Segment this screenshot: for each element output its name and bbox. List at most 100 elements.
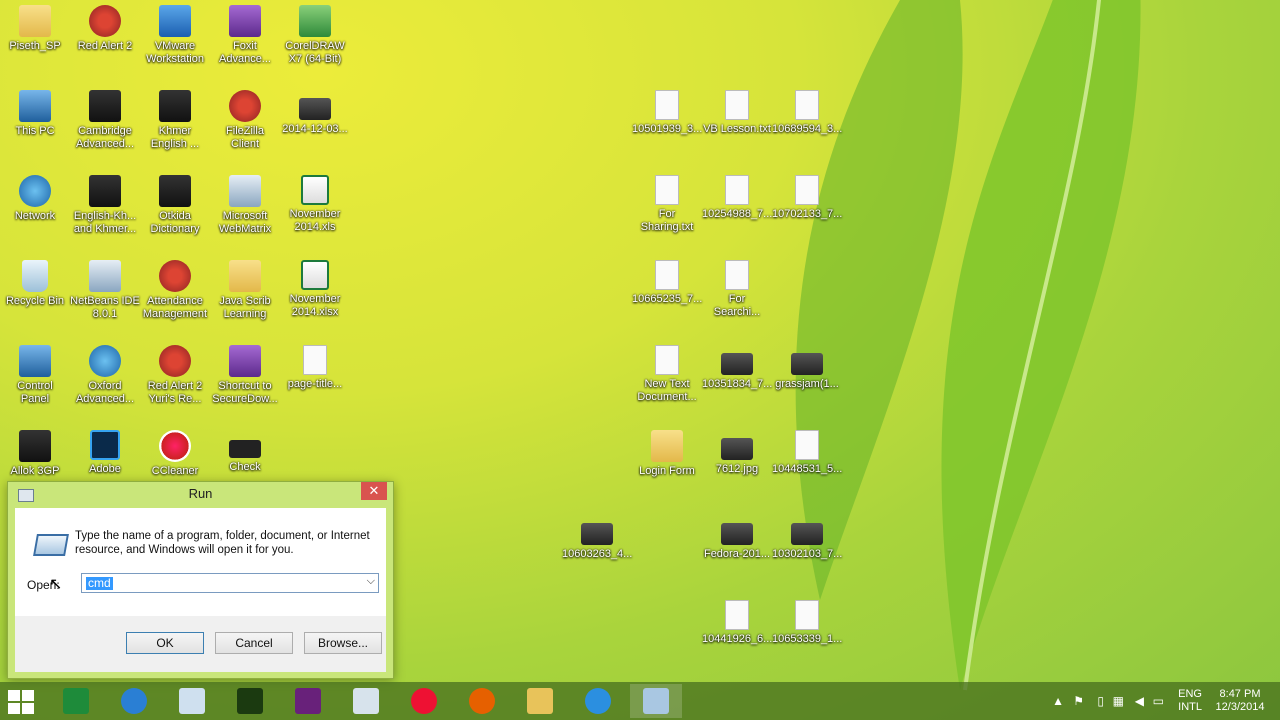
taskbar-webmatrix-button[interactable] [340, 684, 392, 718]
desktop-icon[interactable]: Check [210, 430, 280, 474]
vmware-icon [159, 5, 191, 37]
desktop-icon[interactable]: English-Kh... and Khmer... [70, 175, 140, 236]
start-button[interactable] [8, 690, 34, 714]
desktop-icon[interactable]: 2014-12-03... [280, 90, 350, 136]
desktop-icon[interactable]: FileZilla Client [210, 90, 280, 151]
chevron-down-icon[interactable]: ⌵ [367, 575, 375, 588]
taskbar-virtualbox-button[interactable] [166, 684, 218, 718]
desktop-icon[interactable]: New Text Document... [632, 345, 702, 404]
desktop-icon[interactable]: page-title... [280, 345, 350, 391]
desktop-icon-label: Check [229, 461, 261, 473]
taskbar-firefox-button[interactable] [456, 684, 508, 718]
desktop-icon[interactable]: 10302103_7... [772, 515, 842, 561]
desktop-icon[interactable]: Recycle Bin [0, 260, 70, 308]
desktop-icon[interactable]: Fedora-201... [702, 515, 772, 561]
desktop-icon[interactable]: VB Lesson.txt [702, 90, 772, 136]
desktop-icon-label: 10501939_3... [632, 123, 703, 135]
excel-icon [301, 175, 329, 205]
desktop-icon[interactable]: 10689594_3... [772, 90, 842, 136]
taskbar-file-explorer-button[interactable] [514, 684, 566, 718]
desktop-icon-label: Cambridge Advanced... [75, 125, 135, 150]
desktop-icon[interactable]: Red Alert 2 Yuri's Re... [140, 345, 210, 406]
webmatrix-icon [353, 688, 379, 714]
filezilla-icon [229, 90, 261, 122]
cancel-button[interactable]: Cancel [215, 632, 293, 654]
language-indicator[interactable]: ENG INTL [1178, 688, 1202, 714]
desktop-icon[interactable]: Network [0, 175, 70, 223]
desktop-icon[interactable]: 10448531_5... [772, 430, 842, 476]
desktop-icon[interactable]: Khmer English ... [140, 90, 210, 151]
cambridge-icon [89, 90, 121, 122]
photo-icon [721, 523, 753, 545]
clock[interactable]: 8:47 PM 12/3/2014 [1210, 688, 1270, 714]
keyboard-icon[interactable]: ▭ [1153, 694, 1164, 708]
desktop-icon[interactable]: 10653339_1... [772, 600, 842, 646]
browse-button[interactable]: Browse... [304, 632, 382, 654]
desktop-icon[interactable]: Java Scrib Learning [210, 260, 280, 321]
desktop-icon[interactable]: Shortcut to SecureDow... [210, 345, 280, 406]
network-tray-icon[interactable]: ▦ [1113, 694, 1124, 708]
taskbar-run-button[interactable] [630, 684, 682, 718]
desktop-icon-label: VMware Workstation [146, 40, 204, 65]
open-input-value[interactable]: cmd [86, 577, 113, 590]
taskbar-chrome-button[interactable] [108, 684, 160, 718]
document-icon [655, 90, 679, 120]
desktop-icon[interactable]: Cambridge Advanced... [70, 90, 140, 151]
power-icon[interactable]: ▯ [1097, 694, 1104, 708]
photo-icon [721, 353, 753, 375]
desktop-icon[interactable]: 10603263_4... [562, 515, 632, 561]
desktop-icon[interactable]: NetBeans IDE 8.0.1 [70, 260, 140, 321]
desktop-icon[interactable]: Login Form [632, 430, 702, 478]
coreldraw-icon [299, 5, 331, 37]
volume-icon[interactable]: ◀ [1135, 694, 1144, 708]
desktop-icon-label: New Text Document... [637, 378, 697, 403]
desktop-icon[interactable]: CCleaner [140, 430, 210, 478]
desktop-icon-label: page-title... [287, 378, 343, 390]
desktop-icon[interactable]: For Sharing.txt [632, 175, 702, 234]
flag-icon[interactable]: ⚑ [1073, 694, 1084, 708]
dreamweaver-icon [237, 688, 263, 714]
desktop-icon-label: Oxford Advanced... [75, 380, 135, 405]
open-combobox[interactable]: cmd ⌵ [81, 573, 379, 593]
desktop-icon-label: Attendance Management [142, 295, 208, 320]
desktop-icon[interactable]: 10441926_6... [702, 600, 772, 646]
desktop-icon[interactable]: 10702133_7... [772, 175, 842, 221]
desktop-icon-label: Khmer English ... [150, 125, 200, 150]
desktop-icon[interactable]: 10351834_7... [702, 345, 772, 391]
taskbar-ccleaner-button[interactable] [398, 684, 450, 718]
desktop-icon[interactable]: Control Panel [0, 345, 70, 406]
desktop-icon[interactable]: 7612.jpg [702, 430, 772, 476]
desktop-icon[interactable]: Microsoft WebMatrix [210, 175, 280, 236]
desktop-icon[interactable]: Otkida Dictionary [140, 175, 210, 236]
desktop-icon[interactable]: CorelDRAW X7 (64-Bit) [280, 5, 350, 66]
desktop-icon[interactable]: Foxit Advance... [210, 5, 280, 66]
desktop-icon-label: Control Panel [17, 380, 53, 405]
desktop-icon[interactable]: Adobe [70, 430, 140, 476]
desktop-icon[interactable]: grassjam(1... [772, 345, 842, 391]
ok-button[interactable]: OK [126, 632, 204, 654]
desktop-icon[interactable]: Piseth_SP [0, 5, 70, 53]
desktop-icon[interactable]: November 2014.xls [280, 175, 350, 234]
desktop-icon-label: Foxit Advance... [219, 40, 271, 65]
run-dialog-body: Type the name of a program, folder, docu… [15, 508, 386, 672]
desktop-icon[interactable]: Oxford Advanced... [70, 345, 140, 406]
tray-up-arrow-icon[interactable]: ▲ [1052, 694, 1064, 708]
taskbar-internet-explorer-button[interactable] [572, 684, 624, 718]
desktop-icon[interactable]: For Searchi... [702, 260, 772, 319]
taskbar-dreamweaver-button[interactable] [224, 684, 276, 718]
taskbar-store-button[interactable] [50, 684, 102, 718]
taskbar-visual-studio-button[interactable] [282, 684, 334, 718]
desktop-icon[interactable]: Allok 3GP [0, 430, 70, 478]
desktop-icon-label: English-Kh... and Khmer... [73, 210, 137, 235]
desktop-icon[interactable]: Attendance Management [140, 260, 210, 321]
desktop-icon[interactable]: VMware Workstation [140, 5, 210, 66]
store-icon [63, 688, 89, 714]
desktop-icon-label: 10302103_7... [772, 548, 843, 560]
desktop-icon[interactable]: 10254988_7... [702, 175, 772, 221]
close-button[interactable]: ✕ [361, 482, 387, 500]
desktop-icon[interactable]: 10501939_3... [632, 90, 702, 136]
desktop-icon[interactable]: This PC [0, 90, 70, 138]
desktop-icon[interactable]: 10665235_7... [632, 260, 702, 306]
desktop-icon[interactable]: Red Alert 2 [70, 5, 140, 53]
desktop-icon[interactable]: November 2014.xlsx [280, 260, 350, 319]
